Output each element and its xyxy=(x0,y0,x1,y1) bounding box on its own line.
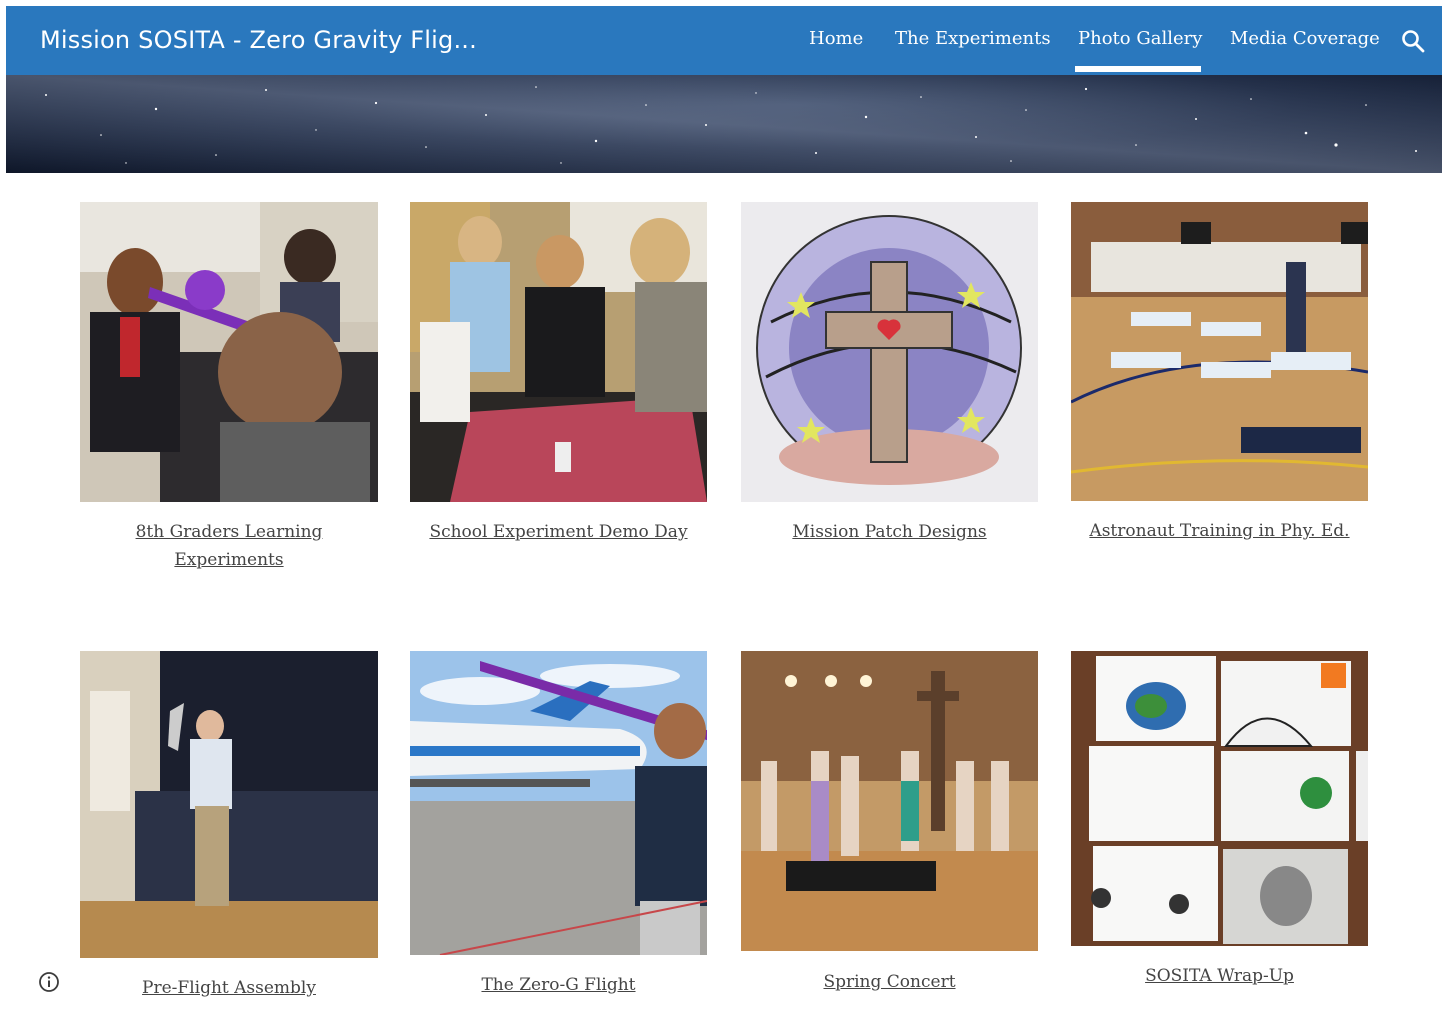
site-header: Mission SOSITA - Zero Gravity Flig... Ho… xyxy=(6,6,1442,75)
nav-active-indicator xyxy=(1075,66,1201,72)
caption-line[interactable]: Experiments xyxy=(80,546,378,574)
caption-line[interactable]: 8th Graders Learning xyxy=(80,518,378,546)
gallery-caption-link[interactable]: Spring Concert xyxy=(741,968,1038,996)
caption-line[interactable]: School Experiment Demo Day xyxy=(410,518,707,546)
gallery-photo-astronaut-training[interactable] xyxy=(1071,202,1368,501)
gallery-photo-pre-flight-assembly[interactable] xyxy=(80,651,378,958)
search-button[interactable] xyxy=(1400,28,1426,54)
gallery-caption-link[interactable]: The Zero-G Flight xyxy=(410,971,707,999)
gallery-caption-link[interactable]: SOSITA Wrap-Up xyxy=(1071,962,1368,990)
gallery-caption-link[interactable]: Astronaut Training in Phy. Ed. xyxy=(1071,517,1368,545)
caption-line[interactable]: Mission Patch Designs xyxy=(741,518,1038,546)
gallery-photo-mission-patch[interactable] xyxy=(741,202,1038,502)
nav-home[interactable]: Home xyxy=(809,28,863,49)
gallery-photo-zero-g-flight[interactable] xyxy=(410,651,707,955)
gallery-caption-link[interactable]: School Experiment Demo Day xyxy=(410,518,707,546)
nav-media-coverage[interactable]: Media Coverage xyxy=(1230,28,1380,49)
gallery-photo-8th-graders[interactable] xyxy=(80,202,378,502)
caption-line[interactable]: SOSITA Wrap-Up xyxy=(1071,962,1368,990)
search-icon xyxy=(1402,30,1425,53)
site-info-button[interactable] xyxy=(38,971,60,993)
nav-photo-gallery[interactable]: Photo Gallery xyxy=(1078,28,1202,49)
gallery-caption-link[interactable]: Mission Patch Designs xyxy=(741,518,1038,546)
caption-line[interactable]: Pre-Flight Assembly xyxy=(80,974,378,1002)
gallery-caption-link[interactable]: Pre-Flight Assembly xyxy=(80,974,378,1002)
nav-the-experiments[interactable]: The Experiments xyxy=(895,28,1051,49)
gallery-photo-spring-concert[interactable] xyxy=(741,651,1038,951)
gallery-caption-link[interactable]: 8th Graders Learning Experiments xyxy=(80,518,378,574)
caption-line[interactable]: The Zero-G Flight xyxy=(410,971,707,999)
caption-line[interactable]: Astronaut Training in Phy. Ed. xyxy=(1071,517,1368,545)
info-icon xyxy=(39,972,59,992)
site-title[interactable]: Mission SOSITA - Zero Gravity Flig... xyxy=(40,26,477,54)
gallery-photo-demo-day[interactable] xyxy=(410,202,707,502)
gallery-photo-sosita-wrap-up[interactable] xyxy=(1071,651,1368,946)
caption-line[interactable]: Spring Concert xyxy=(741,968,1038,996)
header-banner-image xyxy=(6,75,1442,173)
